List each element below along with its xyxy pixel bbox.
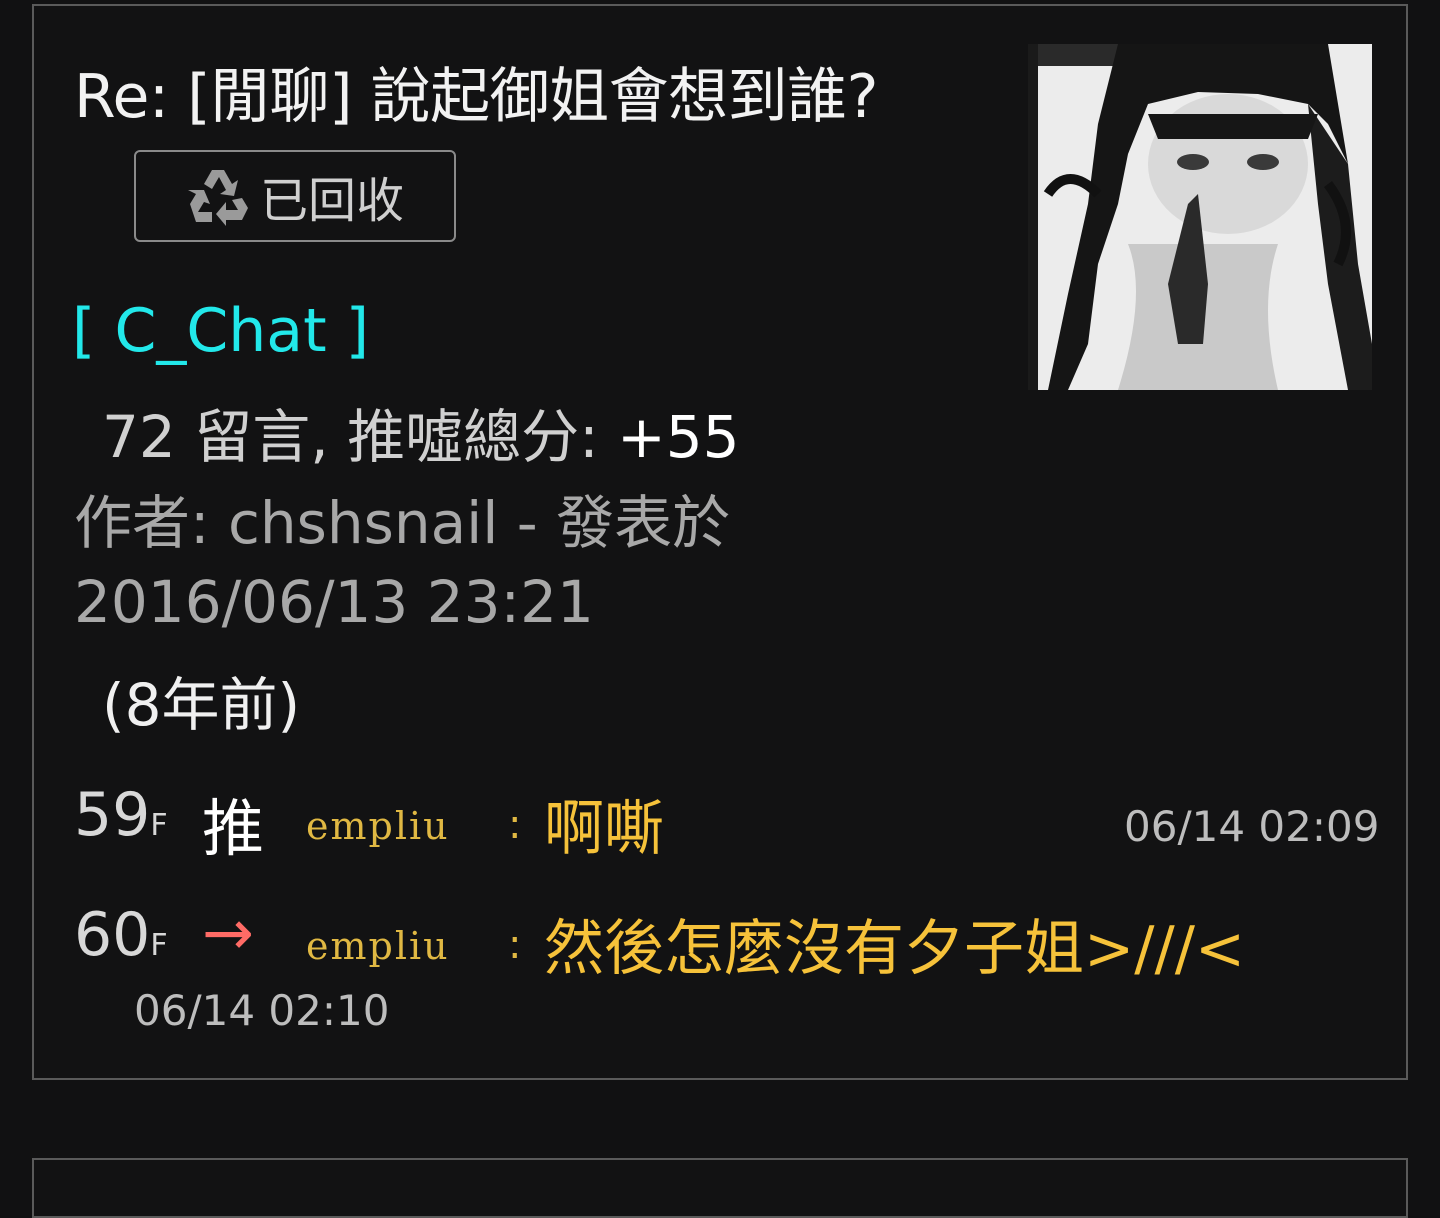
arrow-tag: → bbox=[202, 896, 254, 969]
comment-username[interactable]: empliu bbox=[306, 804, 450, 848]
comment-row: 60F bbox=[74, 900, 168, 970]
comment-floor: 60F bbox=[74, 900, 168, 970]
status-badge: 已回收 bbox=[134, 150, 456, 242]
relative-time: (8年前) bbox=[102, 671, 301, 739]
post-date: 2016/06/13 23:21 bbox=[74, 568, 594, 636]
push-score: +55 bbox=[617, 403, 740, 471]
status-badge-label: 已回收 bbox=[259, 173, 404, 229]
post-thumbnail[interactable] bbox=[1028, 44, 1372, 390]
next-post-card[interactable] bbox=[32, 1158, 1408, 1218]
comment-text: 啊嘶 bbox=[544, 794, 664, 864]
recycle-icon bbox=[187, 170, 248, 226]
thumbnail-illustration bbox=[1028, 44, 1372, 390]
post-title[interactable]: Re: [閒聊] 說起御姐會想到誰? bbox=[74, 48, 878, 135]
comment-username[interactable]: empliu bbox=[306, 924, 450, 968]
push-tag: 推 bbox=[202, 792, 265, 865]
board-link[interactable]: [ C_Chat ] bbox=[72, 296, 369, 366]
comment-time: 06/14 02:09 bbox=[1124, 802, 1380, 851]
comment-stats: 72 留言, 推噓總分: +55 bbox=[102, 390, 740, 474]
comment-separator: : bbox=[508, 802, 522, 848]
comment-count: 72 bbox=[102, 403, 176, 471]
stats-label: 留言, 推噓總分: bbox=[194, 403, 599, 471]
comment-row: 59F bbox=[74, 780, 168, 850]
author-line: 作者: chshsnail - 發表於 bbox=[74, 489, 731, 557]
comment-separator: : bbox=[508, 922, 522, 968]
comment-floor: 59F bbox=[74, 780, 168, 850]
comment-text: 然後怎麼沒有夕子姐>///< bbox=[544, 914, 1246, 984]
post-card[interactable]: Re: [閒聊] 說起御姐會想到誰? 已回收 [ C_Chat ] 72 留言,… bbox=[32, 4, 1408, 1080]
comment-time: 06/14 02:10 bbox=[134, 986, 390, 1035]
